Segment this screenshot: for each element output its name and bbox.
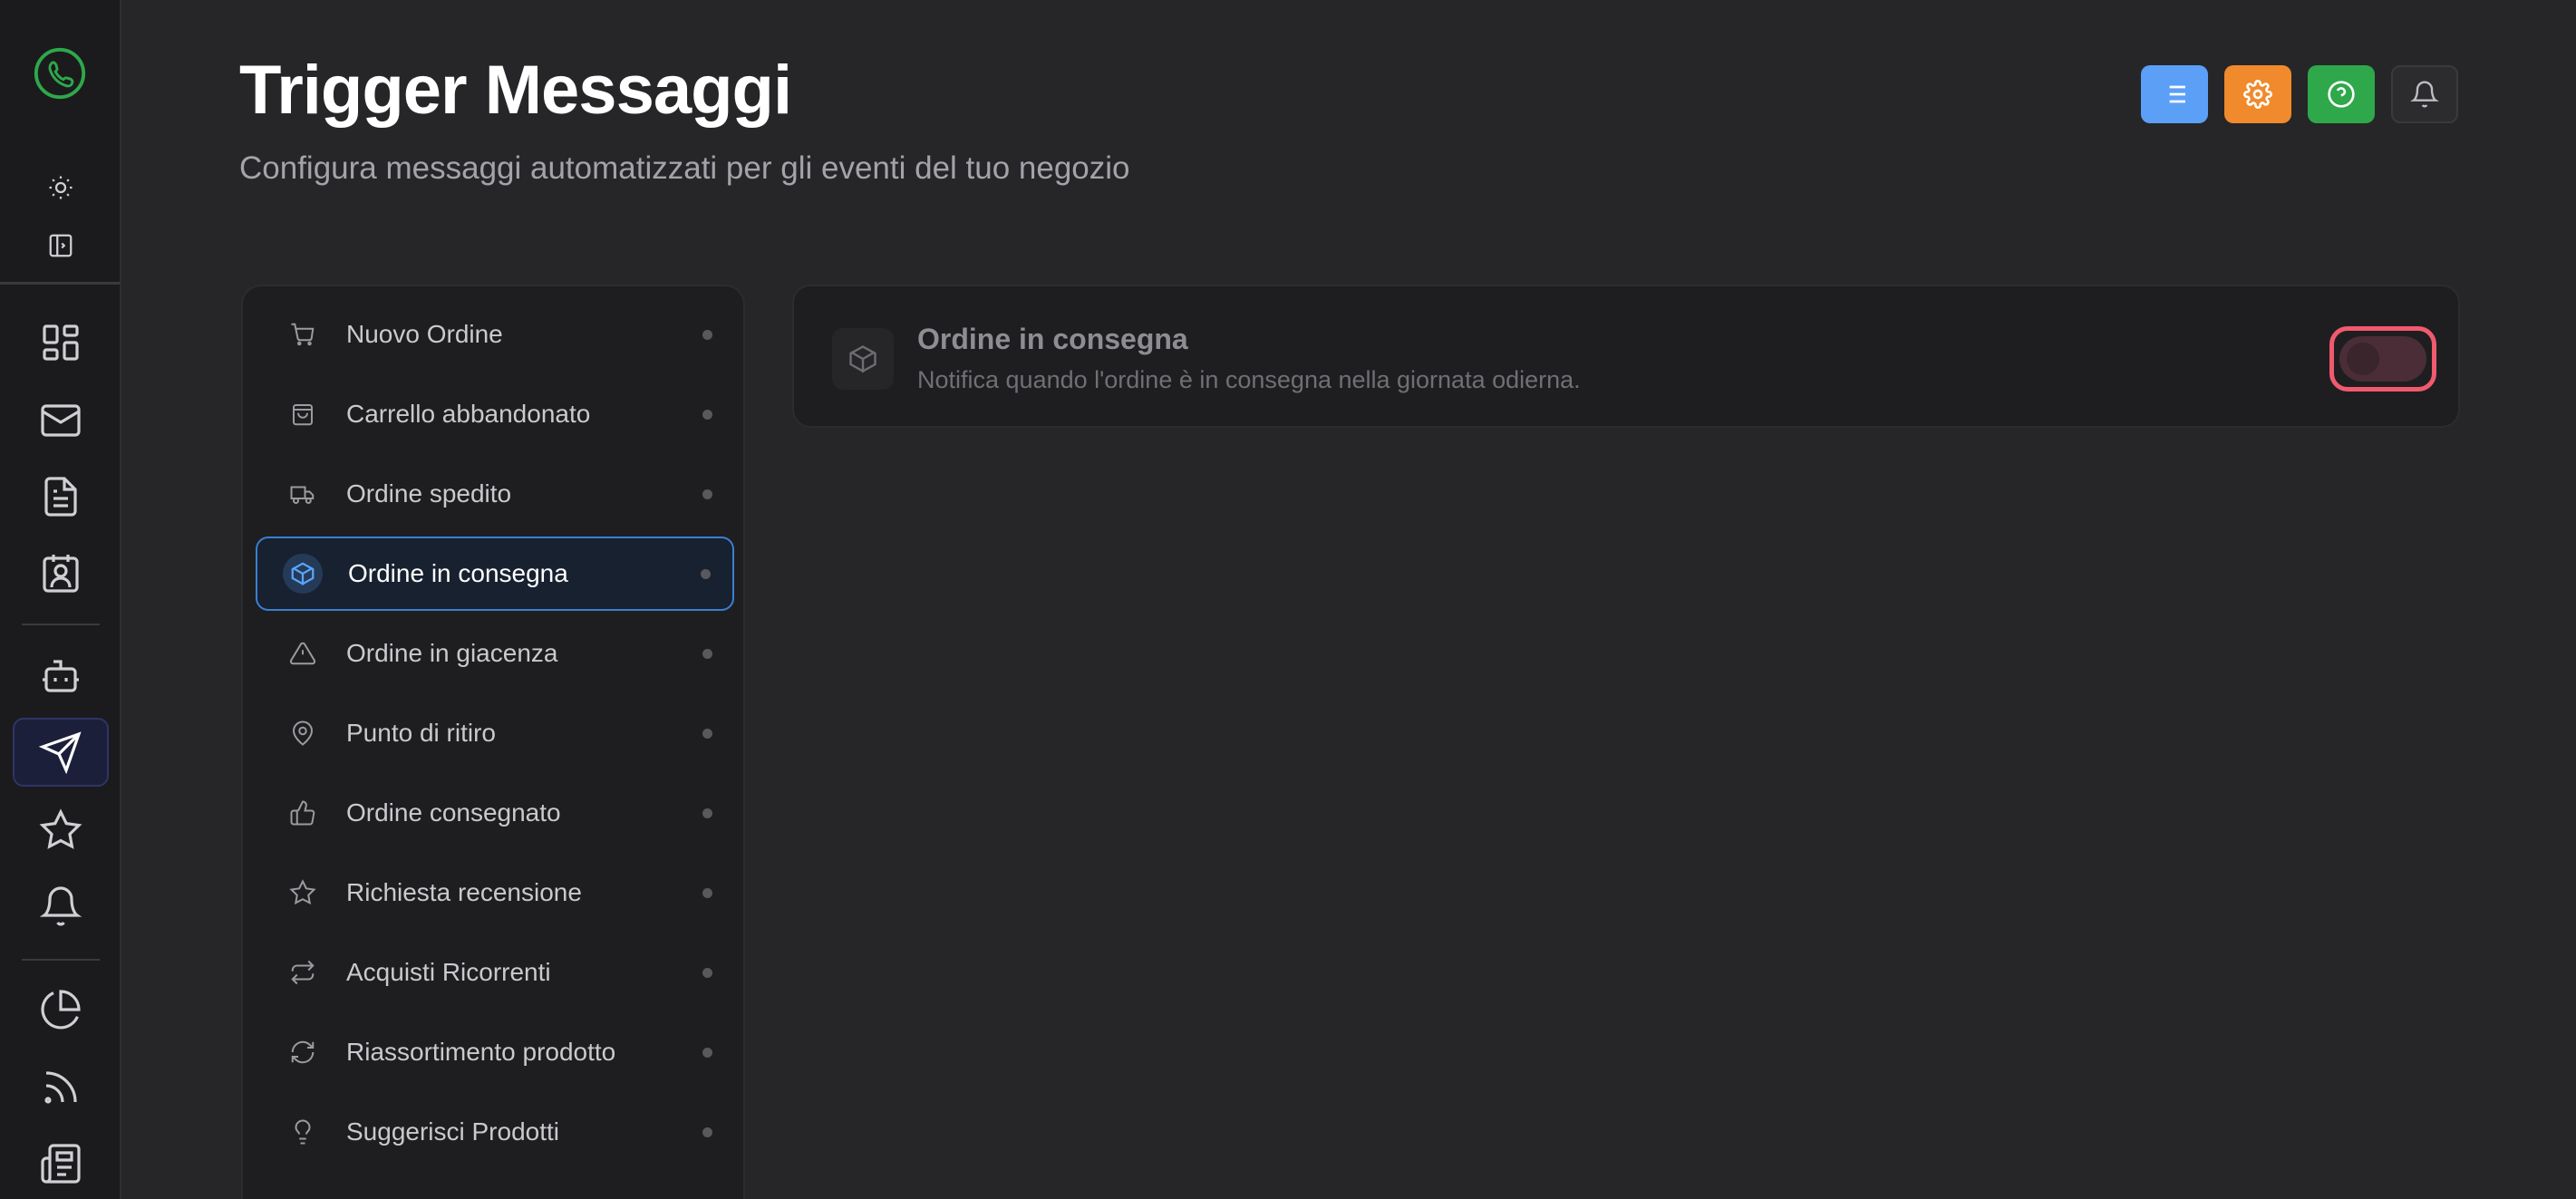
- header-actions: [2141, 65, 2458, 123]
- theme-sun-icon[interactable]: [47, 174, 74, 201]
- rail-divider: [22, 624, 100, 625]
- trigger-item-carrello-abbandonato[interactable]: Carrello abbandonato: [256, 377, 734, 451]
- trigger-label: Punto di ritiro: [346, 719, 496, 747]
- trigger-list: Nuovo Ordine Carrello abbandonato Ordine…: [241, 285, 745, 1199]
- trigger-label: Ordine spedito: [346, 479, 512, 508]
- trigger-label: Ordine consegnato: [346, 798, 561, 827]
- nav-documents[interactable]: [13, 462, 109, 531]
- thumbs-up-icon: [285, 795, 321, 831]
- nav-feed[interactable]: [13, 1053, 109, 1122]
- shopping-bag-icon: [285, 396, 321, 432]
- trigger-label: Nuovo Ordine: [346, 320, 503, 348]
- status-dot: [701, 568, 711, 579]
- dashboard-icon: [43, 324, 79, 361]
- bell-icon: [39, 886, 82, 926]
- document-icon: [44, 477, 77, 517]
- trigger-label: Richiesta recensione: [346, 878, 582, 906]
- trigger-detail-card: Ordine in consegna Notifica quando l'ord…: [792, 285, 2460, 428]
- sidebar-toggle-icon[interactable]: [47, 232, 74, 259]
- status-dot: [702, 488, 712, 499]
- nav-triggers[interactable]: [13, 718, 109, 787]
- gear-icon: [2243, 80, 2272, 109]
- nav-bot[interactable]: [13, 642, 109, 711]
- status-dot: [702, 1047, 712, 1058]
- trigger-item-suggerisci-prodotti[interactable]: Suggerisci Prodotti: [256, 1095, 734, 1169]
- list-icon: [2164, 85, 2185, 103]
- package-icon: [832, 328, 894, 390]
- rss-icon: [44, 1071, 77, 1104]
- bot-icon: [43, 660, 79, 692]
- mail-icon: [41, 404, 81, 437]
- bell-icon: [2410, 81, 2439, 108]
- trigger-item-riassortimento-prodotto[interactable]: Riassortimento prodotto: [256, 1015, 734, 1089]
- notifications-button[interactable]: [2391, 65, 2458, 123]
- trigger-label: Ordine in consegna: [348, 559, 568, 587]
- rail-divider: [22, 959, 100, 961]
- trigger-item-richiesta-recensione[interactable]: Richiesta recensione: [256, 856, 734, 930]
- trigger-enable-toggle-focus: [2329, 326, 2436, 392]
- sidebar-rail: [0, 0, 121, 1199]
- status-dot: [702, 967, 712, 978]
- nav-news[interactable]: [13, 1129, 109, 1198]
- trigger-item-punto-di-ritiro[interactable]: Punto di ritiro: [256, 696, 734, 770]
- help-button[interactable]: [2308, 65, 2375, 123]
- trigger-enable-toggle[interactable]: [2339, 336, 2426, 382]
- star-icon: [39, 808, 82, 849]
- refresh-icon: [285, 1034, 321, 1070]
- repeat-icon: [285, 954, 321, 991]
- send-icon: [39, 731, 82, 774]
- pie-chart-icon: [41, 990, 81, 1030]
- nav-reviews[interactable]: [13, 796, 109, 865]
- trigger-label: Ordine in giacenza: [346, 639, 558, 667]
- trigger-label: Carrello abbandonato: [346, 400, 591, 428]
- star-icon: [285, 875, 321, 911]
- trigger-item-nuovo-ordine[interactable]: Nuovo Ordine: [256, 297, 734, 372]
- status-dot: [702, 728, 712, 739]
- trigger-item-ordine-in-giacenza[interactable]: Ordine in giacenza: [256, 616, 734, 691]
- settings-button[interactable]: [2224, 65, 2291, 123]
- trigger-item-ordine-in-consegna[interactable]: Ordine in consegna: [256, 537, 734, 611]
- nav-mail[interactable]: [13, 386, 109, 455]
- detail-title: Ordine in consegna: [917, 323, 1188, 355]
- trigger-item-ordine-consegnato[interactable]: Ordine consegnato: [256, 776, 734, 850]
- map-pin-icon: [285, 715, 321, 751]
- trigger-item-acquisti-ricorrenti[interactable]: Acquisti Ricorrenti: [256, 935, 734, 1010]
- trigger-item-ordine-spedito[interactable]: Ordine spedito: [256, 457, 734, 531]
- status-dot: [702, 887, 712, 898]
- toggle-knob: [2347, 343, 2379, 375]
- warning-icon: [285, 635, 321, 672]
- trigger-label: Suggerisci Prodotti: [346, 1117, 560, 1146]
- contact-card-icon: [43, 555, 79, 593]
- cart-icon: [285, 316, 321, 353]
- rail-top-section: [0, 0, 120, 285]
- page-subtitle: Configura messaggi automatizzati per gli…: [239, 150, 1130, 186]
- newspaper-icon: [41, 1144, 81, 1184]
- page-title: Trigger Messaggi: [239, 52, 792, 129]
- status-dot: [702, 648, 712, 659]
- status-dot: [702, 329, 712, 340]
- nav-dashboard[interactable]: [13, 308, 109, 377]
- phone-logo-icon[interactable]: [32, 45, 88, 102]
- list-view-button[interactable]: [2141, 65, 2208, 123]
- package-icon: [283, 554, 323, 594]
- status-dot: [702, 1126, 712, 1137]
- detail-description: Notifica quando l'ordine è in consegna n…: [917, 366, 1581, 393]
- lightbulb-icon: [285, 1114, 321, 1150]
- status-dot: [702, 409, 712, 420]
- help-circle-icon: [2328, 81, 2355, 108]
- trigger-label: Acquisti Ricorrenti: [346, 958, 551, 986]
- nav-notifications[interactable]: [13, 872, 109, 941]
- nav-analytics[interactable]: [13, 975, 109, 1044]
- truck-icon: [285, 476, 321, 512]
- status-dot: [702, 807, 712, 818]
- nav-contacts[interactable]: [13, 538, 109, 607]
- trigger-label: Riassortimento prodotto: [346, 1038, 616, 1066]
